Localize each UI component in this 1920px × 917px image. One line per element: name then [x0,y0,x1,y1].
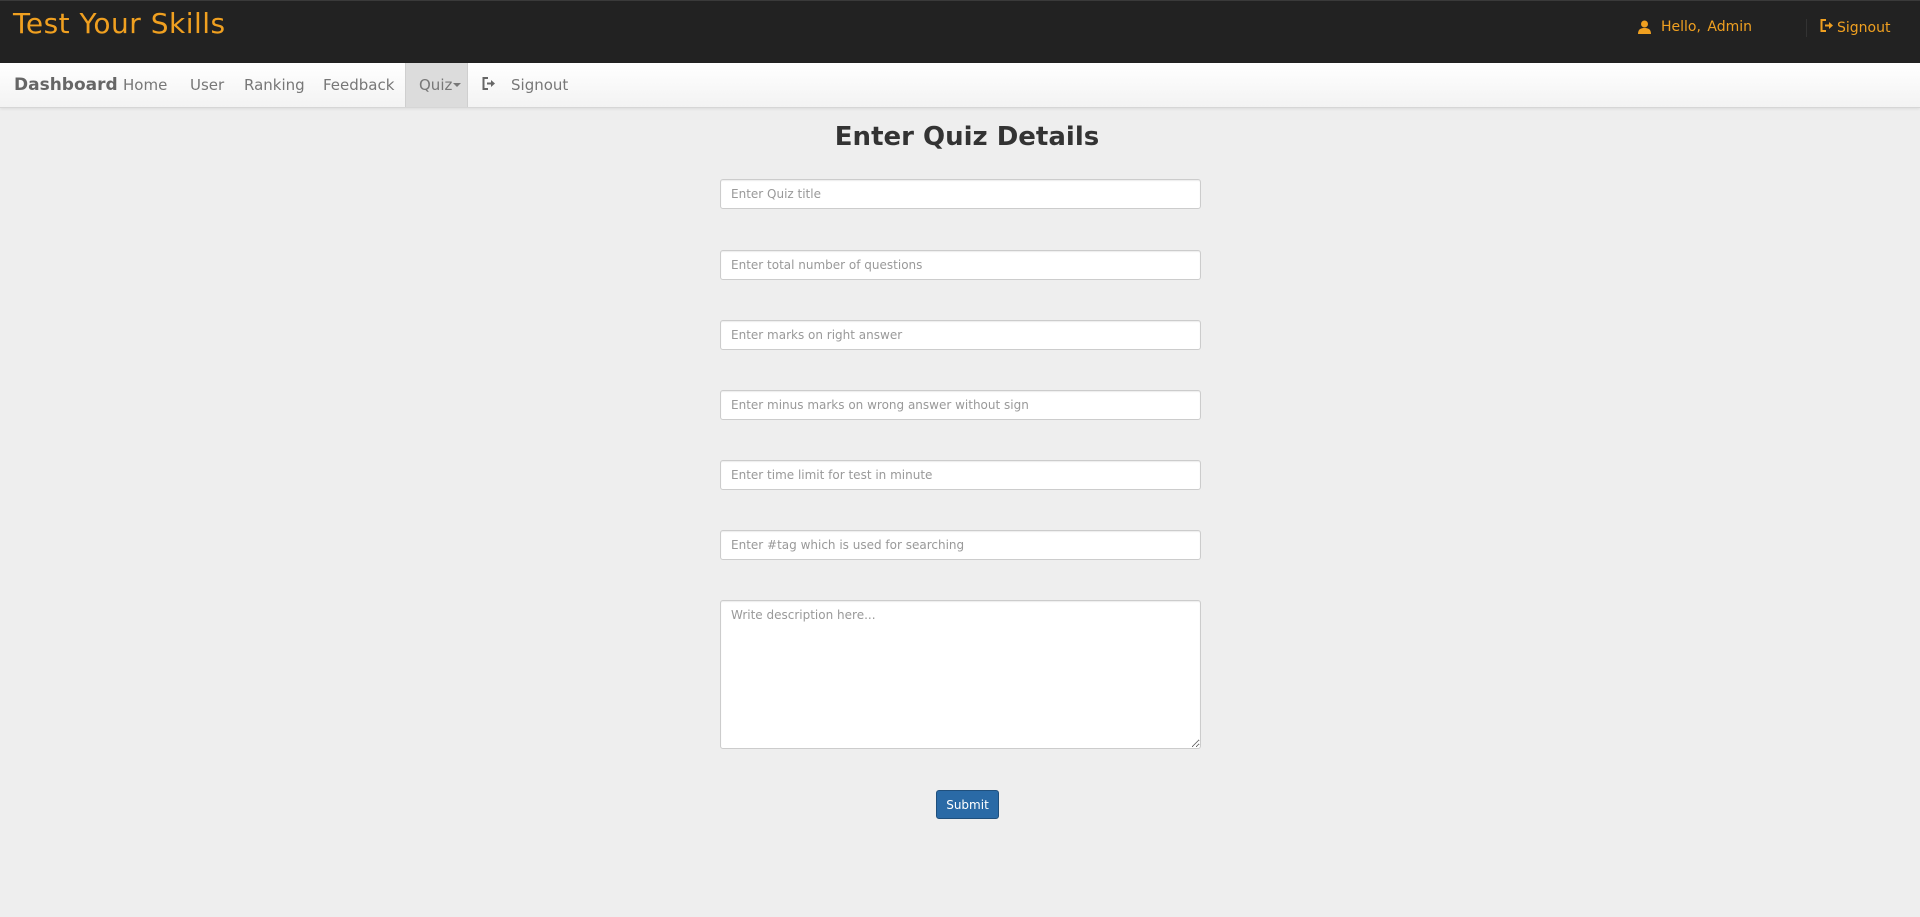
nav-signout-label: Signout [511,76,569,94]
quiz-title-input[interactable] [720,179,1201,209]
total-questions-input[interactable] [720,250,1201,280]
user-greeting: Hello, Admin [1638,19,1752,35]
user-name[interactable]: Admin [1707,19,1752,35]
wrong-answer-marks-input[interactable] [720,390,1201,420]
top-header: Test Your Skills Hello, Admin Signout [0,0,1920,63]
tag-input[interactable] [720,530,1201,560]
nav-home[interactable]: Home [123,76,167,94]
signout-icon [482,76,496,94]
page-title: Enter Quiz Details [834,122,1100,152]
header-signout-link[interactable]: Signout [1820,19,1890,36]
nav-feedback[interactable]: Feedback [323,76,394,94]
chevron-down-icon [453,82,462,87]
description-textarea[interactable] [720,600,1201,749]
signout-icon [1820,19,1834,36]
main-navbar: Dashboard Home User Ranking Feedback Qui… [0,63,1920,108]
nav-ranking[interactable]: Ranking [244,76,305,94]
app-brand[interactable]: Test Your Skills [13,7,226,40]
nav-quiz-label: Quiz [419,76,453,94]
nav-quiz-dropdown[interactable]: Quiz [405,63,468,107]
header-signout-label: Signout [1837,19,1891,36]
nav-dashboard[interactable]: Dashboard [14,75,118,95]
greeting-text: Hello, [1661,19,1701,35]
time-limit-input[interactable] [720,460,1201,490]
header-divider [1806,19,1807,37]
submit-button[interactable]: Submit [936,790,999,819]
right-answer-marks-input[interactable] [720,320,1201,350]
nav-user[interactable]: User [190,76,224,94]
user-icon [1638,20,1651,34]
nav-signout[interactable]: Signout [482,76,568,94]
